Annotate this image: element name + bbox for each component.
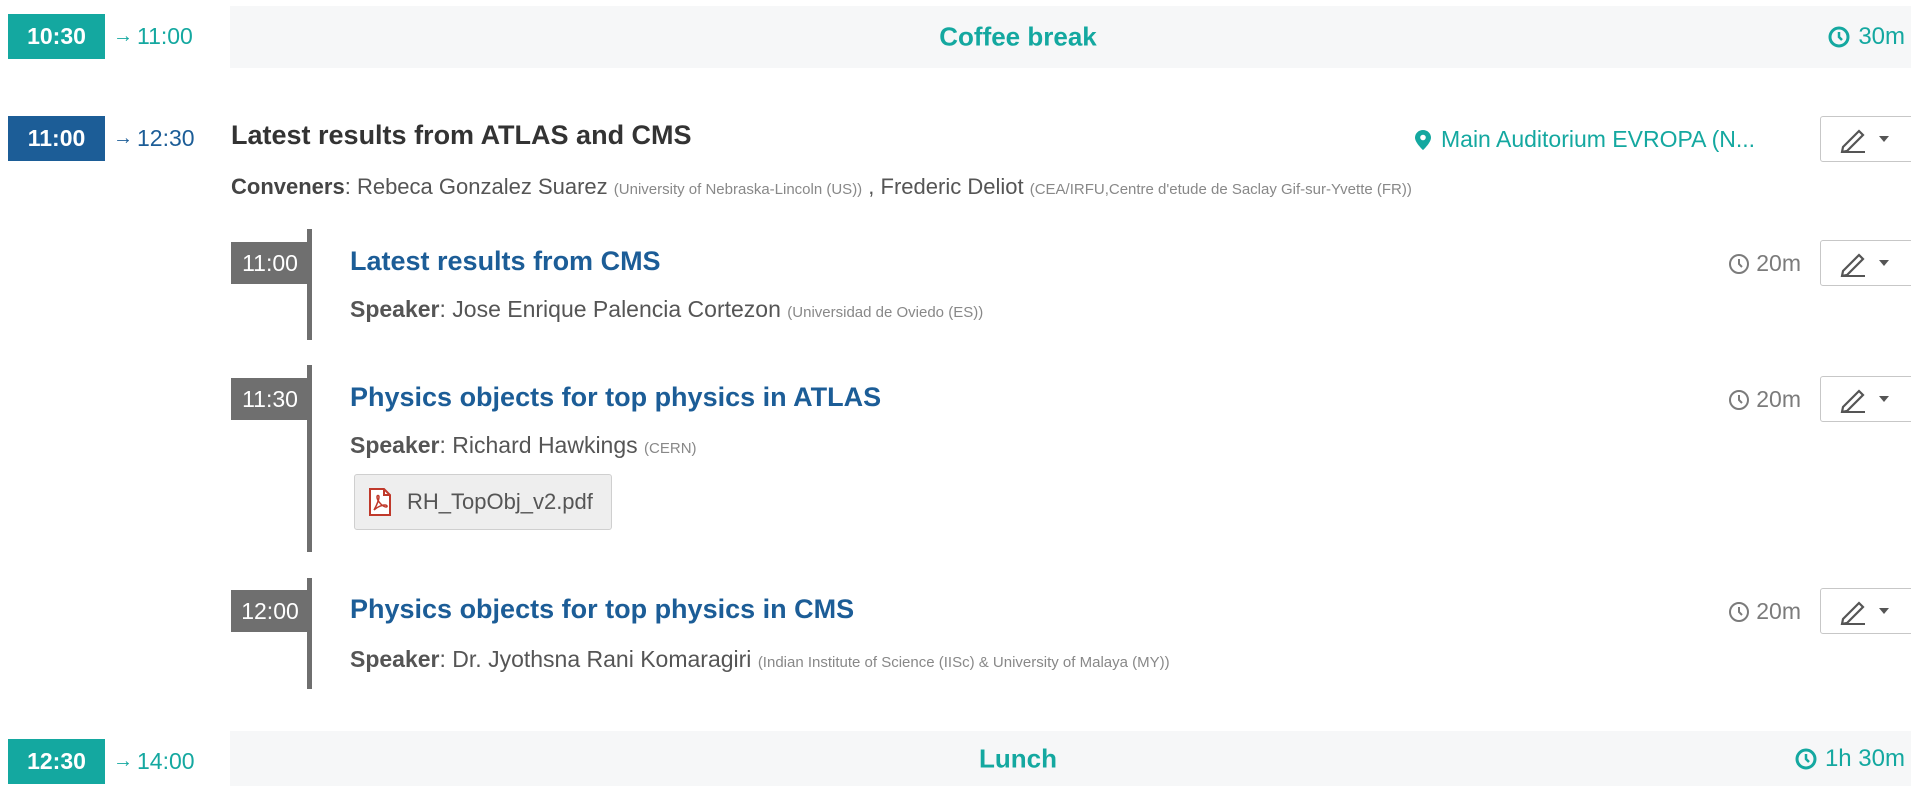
speaker-line: Speaker: Richard Hawkings (CERN) bbox=[350, 432, 697, 458]
convener-name: Rebeca Gonzalez Suarez bbox=[356, 174, 608, 199]
time-end: → 12:30 bbox=[113, 116, 195, 161]
contribution-time: 12:00 bbox=[231, 590, 309, 632]
contribution-duration: 20m bbox=[1728, 250, 1801, 277]
clock-icon bbox=[1729, 601, 1750, 622]
pencil-icon bbox=[1840, 253, 1865, 277]
clock-icon bbox=[1729, 389, 1750, 410]
arrow-icon: → bbox=[113, 127, 133, 149]
pencil-icon bbox=[1840, 601, 1865, 625]
conveners: Conveners: Rebeca Gonzalez Suarez (Unive… bbox=[231, 174, 1412, 199]
contribution-duration: 20m bbox=[1728, 386, 1801, 413]
location-label: Main Auditorium EVROPA (N... bbox=[1441, 126, 1756, 152]
contribution-edit-button[interactable] bbox=[1820, 376, 1911, 422]
break-row-coffee: Coffee break 30m bbox=[230, 6, 1911, 68]
speaker-name: Richard Hawkings bbox=[452, 432, 638, 458]
map-marker-icon bbox=[1415, 129, 1431, 150]
clock-icon bbox=[1795, 748, 1817, 769]
duration-label: 20m bbox=[1756, 598, 1801, 624]
contribution-title[interactable]: Physics objects for top physics in CMS bbox=[350, 594, 854, 625]
convener-affiliation: (CEA/IRFU,Centre d'etude de Saclay Gif-s… bbox=[1029, 181, 1412, 198]
speaker-label: Speaker bbox=[350, 432, 440, 458]
attachment-button[interactable]: RH_TopObj_v2.pdf bbox=[354, 474, 612, 530]
speaker-label: Speaker bbox=[350, 646, 440, 672]
clock-icon bbox=[1828, 26, 1850, 48]
session-title[interactable]: Latest results from ATLAS and CMS bbox=[231, 120, 692, 151]
speaker-line: Speaker: Jose Enrique Palencia Cortezon … bbox=[350, 296, 984, 322]
speaker-affiliation: (CERN) bbox=[644, 440, 697, 457]
clock-icon bbox=[1729, 253, 1750, 274]
contribution-edit-button[interactable] bbox=[1820, 588, 1911, 634]
speaker-name: Jose Enrique Palencia Cortezon bbox=[452, 296, 781, 322]
time-badge-start: 12:30 bbox=[8, 739, 105, 784]
time-end: → 11:00 bbox=[113, 14, 193, 59]
convener-name: Frederic Deliot bbox=[880, 174, 1024, 199]
arrow-icon: → bbox=[113, 25, 133, 47]
break-title: Lunch bbox=[979, 743, 1057, 773]
chevron-down-icon bbox=[1879, 260, 1889, 266]
contribution-time: 11:00 bbox=[231, 242, 309, 284]
end-time-label: 12:30 bbox=[137, 125, 195, 151]
pdf-file-icon bbox=[369, 488, 391, 516]
chevron-down-icon bbox=[1879, 608, 1889, 614]
chevron-down-icon bbox=[1879, 396, 1889, 402]
end-time-label: 11:00 bbox=[137, 23, 193, 49]
speaker-label: Speaker bbox=[350, 296, 440, 322]
attachment-label: RH_TopObj_v2.pdf bbox=[407, 489, 593, 514]
end-time-label: 14:00 bbox=[137, 748, 195, 774]
duration-label: 1h 30m bbox=[1824, 744, 1905, 772]
time-badge-start: 11:00 bbox=[8, 116, 105, 161]
conveners-label: Conveners bbox=[231, 174, 345, 199]
arrow-icon: → bbox=[113, 750, 133, 772]
contribution-edit-button[interactable] bbox=[1820, 240, 1911, 286]
convener-affiliation: (University of Nebraska-Lincoln (US)) bbox=[613, 181, 863, 198]
time-badge-start: 10:30 bbox=[8, 14, 105, 59]
break-title: Coffee break bbox=[939, 21, 1097, 52]
break-duration: 30m bbox=[1828, 23, 1905, 51]
session-location[interactable]: Main Auditorium EVROPA (N... bbox=[1415, 126, 1755, 153]
session-edit-button[interactable] bbox=[1820, 116, 1911, 162]
duration-label: 20m bbox=[1756, 250, 1801, 276]
pencil-icon bbox=[1840, 389, 1865, 413]
contribution-time: 11:30 bbox=[231, 378, 309, 420]
pencil-icon bbox=[1840, 129, 1865, 153]
contribution-duration: 20m bbox=[1728, 598, 1801, 625]
break-duration: 1h 30m bbox=[1795, 745, 1905, 773]
speaker-affiliation: (Indian Institute of Science (IISc) & Un… bbox=[757, 654, 1170, 671]
speaker-name: Dr. Jyothsna Rani Komaragiri bbox=[452, 646, 752, 672]
duration-label: 30m bbox=[1858, 23, 1905, 50]
time-end: → 14:00 bbox=[113, 739, 195, 784]
chevron-down-icon bbox=[1879, 136, 1889, 142]
break-row-lunch: Lunch 1h 30m bbox=[230, 731, 1911, 786]
speaker-line: Speaker: Dr. Jyothsna Rani Komaragiri (I… bbox=[350, 646, 1170, 672]
speaker-affiliation: (Universidad de Oviedo (ES)) bbox=[787, 304, 984, 321]
contribution-title[interactable]: Physics objects for top physics in ATLAS bbox=[350, 382, 881, 413]
contribution-title[interactable]: Latest results from CMS bbox=[350, 246, 661, 277]
duration-label: 20m bbox=[1756, 386, 1801, 412]
